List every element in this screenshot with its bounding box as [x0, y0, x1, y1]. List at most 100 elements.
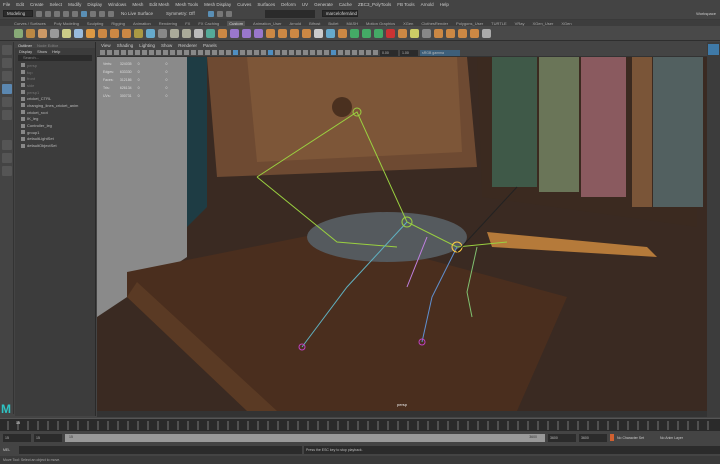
snap-point-icon[interactable] [108, 10, 114, 17]
menu-mesh[interactable]: Mesh [132, 2, 143, 7]
menu-edit[interactable]: Edit [16, 2, 24, 7]
menu-deform[interactable]: Deform [281, 2, 296, 7]
viewport-tool-icon[interactable] [142, 50, 147, 55]
viewport-tool-icon[interactable] [331, 50, 336, 55]
tab-shelf-xgen[interactable]: XGen [403, 21, 413, 26]
tab-outliner[interactable]: Outliner [18, 43, 32, 48]
menu-file[interactable]: File [3, 2, 10, 7]
viewport-menu-view[interactable]: View [101, 43, 111, 48]
shelf-tool-icon[interactable] [350, 28, 359, 38]
shelf-tool-icon[interactable] [122, 28, 131, 38]
shelf-tool-icon[interactable] [386, 28, 395, 38]
outliner-item[interactable]: persp [21, 62, 95, 69]
menu-windows[interactable]: Windows [108, 2, 126, 7]
menu-help[interactable]: Help [440, 2, 449, 7]
shelf-tool-icon[interactable] [74, 28, 83, 38]
shelf-tool-icon[interactable] [422, 28, 431, 38]
command-input[interactable] [19, 446, 302, 454]
viewport-menu-lighting[interactable]: Lighting [139, 43, 155, 48]
range-slider[interactable]: 15 3600 [65, 433, 545, 442]
shelf-tool-icon[interactable] [26, 28, 35, 38]
anim-layer-select[interactable]: No Anim Layer [660, 436, 700, 440]
outliner-search-input[interactable]: Search... [18, 55, 92, 61]
tab-shelf-mash[interactable]: MASH [346, 21, 358, 26]
shelf-tool-icon[interactable] [338, 28, 347, 38]
shelf-tool-icon[interactable] [242, 28, 251, 38]
open-scene-icon[interactable] [45, 10, 51, 17]
tab-shelf-bullet[interactable]: Bullet [328, 21, 338, 26]
symmetry-label[interactable]: Symmetry: Off [166, 11, 195, 16]
live-surface-label[interactable]: No Live Surface [121, 11, 153, 16]
tab-shelf-fx[interactable]: FX [185, 21, 190, 26]
viewport-tool-icon[interactable] [212, 50, 217, 55]
viewport-tool-icon[interactable] [163, 50, 168, 55]
menu-modify[interactable]: Modify [68, 2, 81, 7]
viewport-tool-icon[interactable] [310, 50, 315, 55]
tab-shelf-arnold[interactable]: Arnold [290, 21, 302, 26]
outliner-item[interactable]: defaultLightSet [21, 136, 95, 143]
modeling-toolkit-icon[interactable] [708, 44, 719, 55]
viewport-tool-icon[interactable] [233, 50, 238, 55]
tab-node-editor[interactable]: Node Editor [37, 43, 58, 48]
shelf-tool-icon[interactable] [86, 28, 95, 38]
menu-arnold[interactable]: Arnold [421, 2, 434, 7]
redo-icon[interactable] [72, 10, 78, 17]
menu-display[interactable]: Display [87, 2, 102, 7]
gamma-field[interactable]: 1.00 [400, 49, 418, 56]
scale-tool-icon[interactable] [2, 110, 12, 120]
viewport-tool-icon[interactable] [275, 50, 280, 55]
viewport-tool-icon[interactable] [135, 50, 140, 55]
move-tool-icon[interactable] [2, 84, 12, 94]
shelf-tool-icon[interactable] [410, 28, 419, 38]
viewport-3d[interactable]: Verts: 324035 0 0 Edges: 633330 0 0 Faces: 312186… [97, 57, 707, 411]
viewport-menu-show[interactable]: Show [161, 43, 172, 48]
character-set-select[interactable]: No Character Set [617, 436, 657, 440]
viewport-tool-icon[interactable] [268, 50, 273, 55]
outliner-item[interactable]: cricket_CTRL [21, 95, 95, 102]
viewport-tool-icon[interactable] [373, 50, 378, 55]
shelf-tool-icon[interactable] [134, 28, 143, 38]
viewport-tool-icon[interactable] [324, 50, 329, 55]
outliner-item[interactable]: top [21, 69, 95, 76]
save-scene-icon[interactable] [54, 10, 60, 17]
viewport-tool-icon[interactable] [282, 50, 287, 55]
end-time-field[interactable]: 3600 [579, 433, 607, 442]
menu-surfaces[interactable]: Surfaces [257, 2, 275, 7]
outliner-menu-display[interactable]: Display [19, 49, 32, 54]
shelf-tool-icon[interactable] [398, 28, 407, 38]
menu-uv[interactable]: UV [302, 2, 308, 7]
shelf-tool-icon[interactable] [230, 28, 239, 38]
outliner-item[interactable]: IK_leg [21, 116, 95, 123]
quick-input-field[interactable] [264, 9, 315, 18]
tab-shelf-rigging[interactable]: Rigging [111, 21, 125, 26]
colorspace-select[interactable]: sRGB gamma [420, 49, 460, 56]
viewport-tool-icon[interactable] [247, 50, 252, 55]
tab-shelf-clothesrender[interactable]: ClothesRender [421, 21, 448, 26]
tab-shelf-turtle[interactable]: TURTLE [491, 21, 506, 26]
outliner-item[interactable]: front [21, 75, 95, 82]
tab-shelf-poly-modeling[interactable]: Poly Modeling [54, 21, 79, 26]
viewport-tool-icon[interactable] [226, 50, 231, 55]
command-language-label[interactable]: MEL [3, 448, 17, 452]
outliner-layout-icon[interactable] [2, 166, 12, 176]
viewport-tool-icon[interactable] [219, 50, 224, 55]
shelf-tool-icon[interactable] [170, 28, 179, 38]
tab-shelf-custom[interactable]: Custom [227, 20, 246, 26]
single-layout-icon[interactable] [2, 140, 12, 150]
tab-shelf-bifrost[interactable]: Bifrost [309, 21, 320, 26]
outliner-menu-help[interactable]: Help [52, 49, 60, 54]
tab-shelf-motion-graphics[interactable]: Motion Graphics [366, 21, 395, 26]
shelf-tool-icon[interactable] [62, 28, 71, 38]
viewport-tool-icon[interactable] [345, 50, 350, 55]
menu-fb-tools[interactable]: FB Tools [397, 2, 414, 7]
viewport-tool-icon[interactable] [366, 50, 371, 55]
menu-create[interactable]: Create [30, 2, 44, 7]
paint-select-tool-icon[interactable] [2, 71, 12, 81]
viewport-tool-icon[interactable] [107, 50, 112, 55]
select-tool-icon[interactable] [2, 45, 12, 55]
tab-shelf-animation[interactable]: Animation [133, 21, 151, 26]
tab-shelf-fx-caching[interactable]: FX Caching [198, 21, 219, 26]
menu-select[interactable]: Select [50, 2, 63, 7]
viewport-tool-icon[interactable] [261, 50, 266, 55]
shelf-tool-icon[interactable] [206, 28, 215, 38]
